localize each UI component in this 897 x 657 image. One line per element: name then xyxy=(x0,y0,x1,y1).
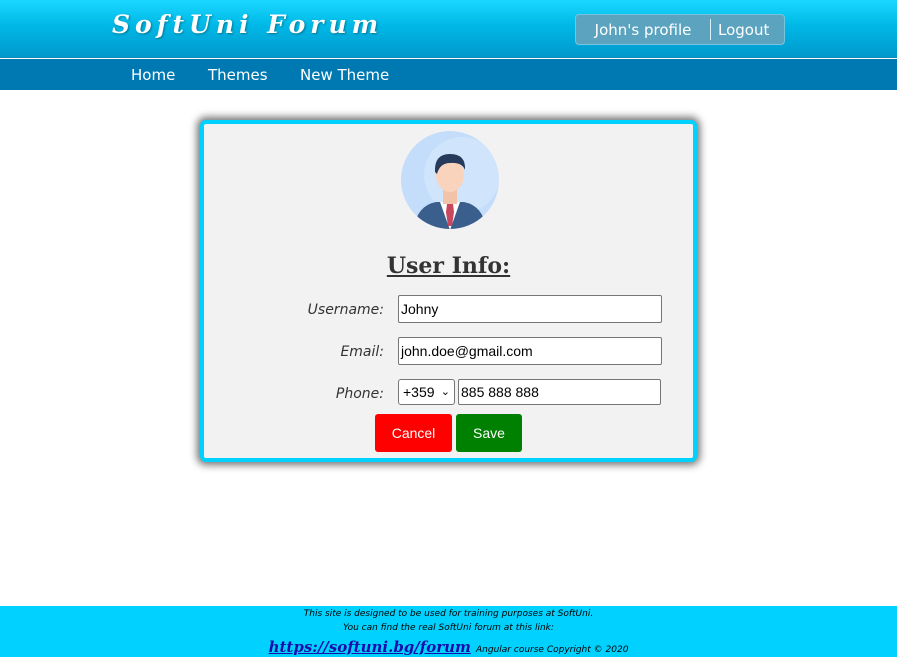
phone-code-select[interactable]: +359 ⌄ xyxy=(398,379,455,405)
username-input[interactable]: Johny xyxy=(398,295,662,323)
user-avatar-icon xyxy=(401,131,499,229)
user-menu: John's profile Logout xyxy=(575,14,785,45)
nav-themes-link[interactable]: Themes xyxy=(208,66,268,84)
save-button[interactable]: Save xyxy=(456,414,522,452)
email-label: Email: xyxy=(340,344,384,360)
nav-new-theme-link[interactable]: New Theme xyxy=(300,66,389,84)
cancel-button[interactable]: Cancel xyxy=(375,414,452,452)
site-logo[interactable]: SoftUni Forum xyxy=(112,10,383,39)
softuni-forum-link[interactable]: https://softuni.bg/forum xyxy=(269,638,471,656)
logout-link[interactable]: Logout xyxy=(711,21,784,39)
chevron-down-icon: ⌄ xyxy=(440,386,450,398)
top-header: SoftUni Forum John's profile Logout xyxy=(0,0,897,58)
phone-code-value: +359 xyxy=(403,384,435,400)
footer-link-intro: You can find the real SoftUni forum at t… xyxy=(343,623,554,633)
user-info-title: User Info: xyxy=(386,253,511,279)
user-info-card: User Info: Username: Johny Email: john.d… xyxy=(200,120,697,462)
main-nav: Home Themes New Theme xyxy=(0,59,897,90)
phone-input[interactable]: 885 888 888 xyxy=(458,379,661,405)
profile-link[interactable]: John's profile xyxy=(576,21,710,39)
footer-copyright: Angular course Copyright © 2020 xyxy=(476,645,629,655)
username-label: Username: xyxy=(307,302,384,318)
nav-home-link[interactable]: Home xyxy=(131,66,175,84)
footer-link-row: https://softuni.bg/forum Angular course … xyxy=(0,637,897,656)
footer-disclaimer: This site is designed to be used for tra… xyxy=(303,609,594,619)
page-footer: This site is designed to be used for tra… xyxy=(0,606,897,657)
email-input[interactable]: john.doe@gmail.com xyxy=(398,337,662,365)
phone-label: Phone: xyxy=(335,386,384,402)
